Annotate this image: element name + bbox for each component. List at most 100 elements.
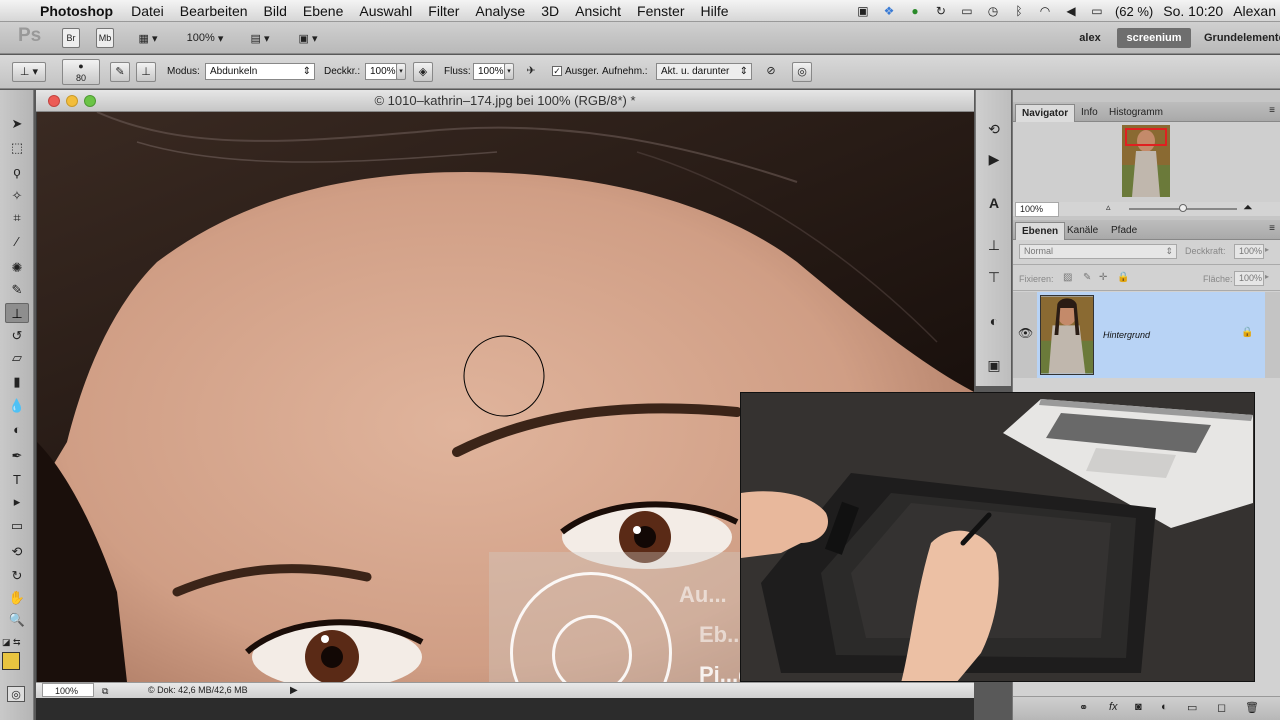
workspace-user-label[interactable]: alex bbox=[1070, 28, 1110, 48]
opacity-field[interactable]: 100% bbox=[365, 63, 397, 80]
workspace-grundelemente-button[interactable]: Grundelemente bbox=[1204, 28, 1280, 48]
ignore-adjustment-layers-toggle[interactable]: ⊘ bbox=[761, 62, 781, 82]
flow-field[interactable]: 100% bbox=[473, 63, 505, 80]
adjustment-layer-icon[interactable]: ◐ bbox=[1161, 701, 1168, 713]
volume-icon[interactable]: ◀ bbox=[1063, 5, 1079, 17]
document-size-info[interactable]: © Dok: 42,6 MB/42,6 MB bbox=[148, 683, 248, 698]
navigator-preview[interactable] bbox=[1013, 122, 1280, 202]
menu-bild[interactable]: Bild bbox=[256, 3, 295, 19]
status-green-icon[interactable]: ● bbox=[907, 5, 923, 17]
status-arrow-icon[interactable]: ▶ bbox=[290, 683, 298, 698]
lock-all-icon[interactable]: 🔒 bbox=[1117, 272, 1129, 283]
wifi-icon[interactable]: ◠ bbox=[1037, 5, 1053, 17]
3d-orbit-tool-icon[interactable]: ↻ bbox=[5, 566, 29, 586]
menu-ansicht[interactable]: Ansicht bbox=[567, 3, 629, 19]
minimize-window-icon[interactable] bbox=[66, 95, 78, 107]
delete-layer-icon[interactable]: 🗑 bbox=[1245, 701, 1259, 714]
panel-menu-icon[interactable]: ≡ bbox=[1269, 105, 1275, 116]
bridge-button[interactable]: Br bbox=[62, 28, 80, 48]
blur-tool-icon[interactable]: 💧 bbox=[5, 396, 29, 416]
menu-auswahl[interactable]: Auswahl bbox=[351, 3, 420, 19]
flow-dropdown[interactable]: ▾ bbox=[504, 63, 514, 80]
close-window-icon[interactable] bbox=[48, 95, 60, 107]
layer-style-icon[interactable]: fx bbox=[1109, 701, 1118, 713]
workspace-screenium-button[interactable]: screenium bbox=[1117, 28, 1191, 48]
arrange-documents-button[interactable]: ▤ ▾ bbox=[244, 28, 276, 48]
marquee-tool-icon[interactable]: ⬚ bbox=[5, 138, 29, 158]
history-panel-icon[interactable]: ⟲ bbox=[982, 118, 1006, 140]
aligned-checkbox[interactable]: ✓ bbox=[552, 66, 562, 76]
menu-datei[interactable]: Datei bbox=[123, 3, 172, 19]
link-layers-icon[interactable]: ⚭ bbox=[1079, 701, 1088, 714]
healing-brush-tool-icon[interactable]: ✺ bbox=[5, 258, 29, 278]
status-zoom-field[interactable]: 100% bbox=[42, 683, 94, 697]
clone-stamp-tool-icon[interactable]: ⊥ bbox=[5, 303, 29, 323]
zoom-in-icon[interactable]: ⏶ bbox=[1243, 200, 1253, 215]
new-layer-icon[interactable]: ◻ bbox=[1217, 701, 1226, 714]
hand-tool-icon[interactable]: ✋ bbox=[5, 588, 29, 608]
navigator-zoom-slider-handle[interactable] bbox=[1179, 204, 1187, 212]
menu-ebene[interactable]: Ebene bbox=[295, 3, 351, 19]
adjustments-panel-icon[interactable]: ◐ bbox=[982, 310, 1006, 332]
history-brush-tool-icon[interactable]: ↺ bbox=[5, 326, 29, 346]
layer-opacity-field[interactable]: 100% bbox=[1234, 244, 1264, 259]
pressure-size-toggle[interactable]: ◎ bbox=[792, 62, 812, 82]
navigator-zoom-field[interactable]: 100% bbox=[1015, 202, 1059, 217]
display-icon[interactable]: ▭ bbox=[959, 5, 975, 17]
masks-panel-icon[interactable]: ▣ bbox=[982, 354, 1006, 376]
tool-preset-picker[interactable]: ⊥ ▾ bbox=[12, 62, 46, 82]
tab-ebenen[interactable]: Ebenen bbox=[1015, 222, 1066, 240]
clone-source-panel-toggle[interactable]: ⊥ bbox=[136, 62, 156, 82]
eyedropper-tool-icon[interactable]: ⁄ bbox=[5, 232, 29, 252]
clone-source-panel-icon[interactable]: ⊥ bbox=[982, 234, 1006, 256]
type-tool-icon[interactable]: T bbox=[5, 470, 29, 490]
menu-fenster[interactable]: Fenster bbox=[629, 3, 692, 19]
actions-panel-icon[interactable]: ▶ bbox=[982, 148, 1006, 170]
sync-icon[interactable]: ↻ bbox=[933, 5, 949, 17]
tab-info[interactable]: Info bbox=[1075, 104, 1104, 122]
character-panel-icon[interactable]: A bbox=[982, 192, 1006, 214]
fill-field[interactable]: 100% bbox=[1234, 271, 1264, 286]
zoom-level-dropdown[interactable]: 100% ▾ bbox=[180, 28, 230, 48]
lock-transparent-icon[interactable]: ▨ bbox=[1063, 272, 1072, 283]
move-tool-icon[interactable]: ➤ bbox=[5, 114, 29, 134]
eraser-tool-icon[interactable]: ▱ bbox=[5, 348, 29, 368]
layer-row-hintergrund[interactable]: 👁 Hintergrund 🔒 bbox=[1013, 292, 1280, 378]
shape-tool-icon[interactable]: ▭ bbox=[5, 516, 29, 536]
user-name[interactable]: Alexan bbox=[1233, 3, 1276, 19]
layer-opacity-dropdown[interactable]: ▸ bbox=[1265, 245, 1269, 254]
dodge-tool-icon[interactable]: ◐ bbox=[5, 420, 29, 440]
menu-3d[interactable]: 3D bbox=[533, 3, 567, 19]
zoom-window-icon[interactable] bbox=[84, 95, 96, 107]
lock-pixels-icon[interactable]: ✎ bbox=[1083, 272, 1091, 283]
pressure-opacity-toggle[interactable]: ◈ bbox=[413, 62, 433, 82]
tab-navigator[interactable]: Navigator bbox=[1015, 104, 1076, 122]
status-zoom-icon[interactable]: ⧉ bbox=[102, 684, 108, 699]
brush-panel-toggle[interactable]: ✎ bbox=[110, 62, 130, 82]
tab-kanaele[interactable]: Kanäle bbox=[1061, 222, 1104, 240]
path-selection-tool-icon[interactable]: ▸ bbox=[5, 492, 29, 512]
brush-tool-icon[interactable]: ✎ bbox=[5, 280, 29, 300]
new-group-icon[interactable]: ▭ bbox=[1187, 701, 1197, 714]
bluetooth-icon[interactable]: ᛒ bbox=[1011, 5, 1027, 17]
dropbox-icon[interactable]: ❖ bbox=[881, 5, 897, 17]
brush-preset-picker[interactable]: ● 80 bbox=[62, 59, 100, 85]
airbrush-toggle[interactable]: ✈ bbox=[521, 62, 541, 82]
layer-visibility-eye-icon[interactable]: 👁 bbox=[1018, 326, 1033, 340]
menu-analyse[interactable]: Analyse bbox=[467, 3, 533, 19]
tool-presets-panel-icon[interactable]: ⊤ bbox=[982, 266, 1006, 288]
screen-mode-button[interactable]: ▣ ▾ bbox=[292, 28, 324, 48]
3d-rotate-tool-icon[interactable]: ⟲ bbox=[5, 542, 29, 562]
layer-name[interactable]: Hintergrund bbox=[1103, 330, 1150, 340]
zoom-tool-icon[interactable]: 🔍 bbox=[5, 610, 29, 630]
lasso-tool-icon[interactable]: ϙ bbox=[5, 162, 29, 182]
panel-menu-icon[interactable]: ≡ bbox=[1269, 223, 1275, 234]
sample-select[interactable]: Akt. u. darunter ⇕ bbox=[656, 63, 752, 80]
blend-mode-select[interactable]: Normal ⇕ bbox=[1019, 244, 1177, 259]
menu-bearbeiten[interactable]: Bearbeiten bbox=[172, 3, 256, 19]
add-mask-icon[interactable]: ◙ bbox=[1135, 701, 1142, 713]
battery-icon[interactable]: ▭ bbox=[1089, 5, 1105, 17]
menu-app-name[interactable]: Photoshop bbox=[36, 3, 123, 19]
quick-mask-icon[interactable]: ◎ bbox=[7, 686, 25, 702]
time-machine-icon[interactable]: ◷ bbox=[985, 5, 1001, 17]
